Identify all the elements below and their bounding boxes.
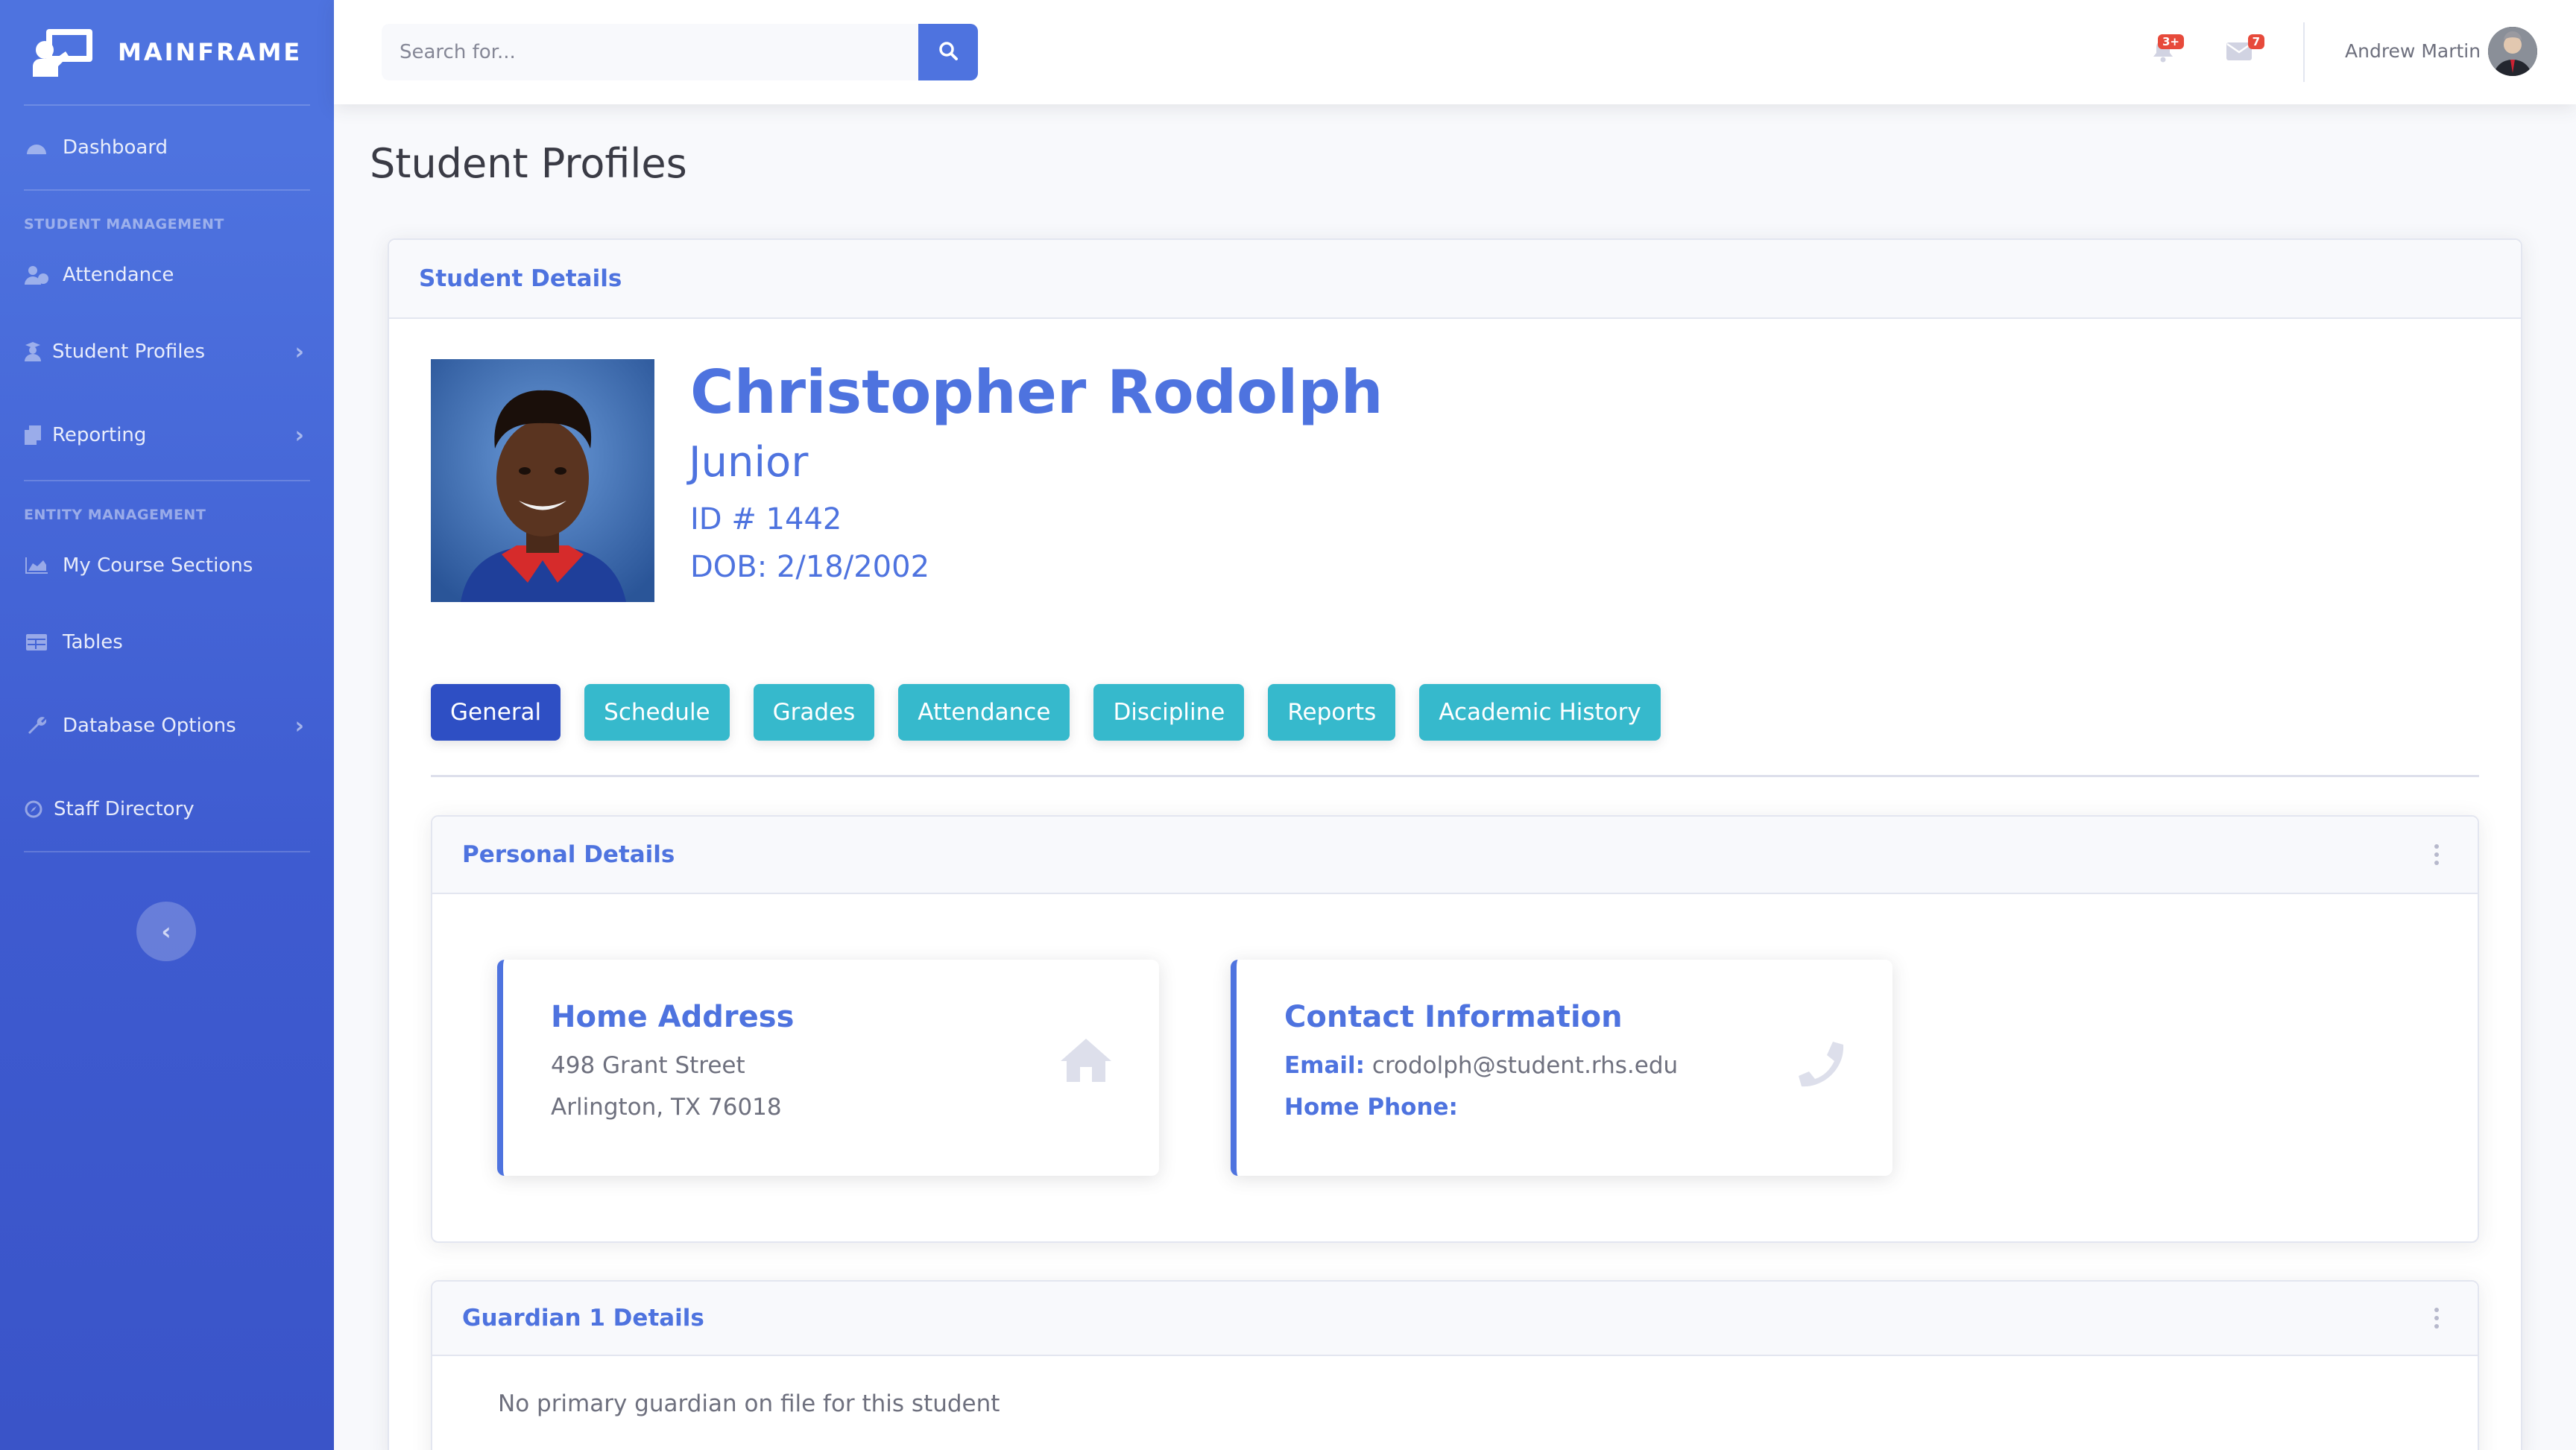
- search-form: [382, 24, 978, 80]
- sidebar-item-label: Tables: [63, 631, 123, 653]
- card-title: Guardian 1 Details: [462, 1305, 704, 1332]
- email-value: crodolph@student.rhs.edu: [1371, 1052, 1679, 1079]
- home-phone-label: Home Phone:: [1284, 1094, 1458, 1121]
- sidebar-item-label: Staff Directory: [54, 798, 195, 820]
- card-header: Personal Details: [432, 817, 2478, 894]
- tab-general[interactable]: General: [431, 684, 561, 741]
- chevron-right-icon: ›: [294, 712, 304, 739]
- home-address-title: Home Address: [551, 1000, 795, 1034]
- sidebar-item-database-options[interactable]: Database Options ›: [0, 684, 334, 767]
- wrench-icon: [24, 715, 49, 737]
- tab-reports[interactable]: Reports: [1268, 684, 1396, 741]
- chalkboard-teacher-icon: [33, 28, 94, 77]
- contact-information-card: Contact Information Email: crodolph@stud…: [1231, 960, 1892, 1176]
- tab-grades[interactable]: Grades: [753, 684, 875, 741]
- chevron-right-icon: ›: [294, 422, 304, 449]
- no-guardian-message: No primary guardian on file for this stu…: [498, 1390, 1000, 1417]
- sidebar-item-reporting[interactable]: Reporting ›: [0, 393, 334, 477]
- sidebar: MAINFRAME Dashboard STUDENT MANAGEMENT A…: [0, 0, 334, 1450]
- guardian-details-card: Guardian 1 Details: [431, 1280, 2479, 1450]
- messages-dropdown[interactable]: 7: [2217, 30, 2264, 75]
- sidebar-heading-student-management: STUDENT MANAGEMENT: [24, 216, 224, 232]
- dashboard-icon: [24, 136, 49, 159]
- sidebar-item-my-course-sections[interactable]: My Course Sections: [0, 531, 334, 601]
- brand-name: MAINFRAME: [118, 38, 303, 66]
- chevron-right-icon: ›: [294, 338, 304, 365]
- topbar: 3+ 7 Andrew Martin: [334, 0, 2576, 104]
- search-button[interactable]: [918, 24, 978, 80]
- sidebar-item-label: Reporting: [52, 424, 147, 446]
- student-photo: [431, 359, 654, 602]
- card-header: Student Details: [389, 240, 2521, 319]
- sidebar-toggle-button[interactable]: ‹: [136, 902, 196, 961]
- sidebar-item-dashboard[interactable]: Dashboard: [0, 106, 334, 189]
- user-avatar[interactable]: [2488, 27, 2537, 76]
- section-divider: [431, 775, 2479, 777]
- brand-link[interactable]: MAINFRAME: [0, 0, 334, 104]
- table-icon: [24, 631, 49, 653]
- sidebar-item-staff-directory[interactable]: Staff Directory: [0, 767, 334, 851]
- email-row: Email: crodolph@student.rhs.edu: [1284, 1052, 1678, 1079]
- tab-discipline[interactable]: Discipline: [1093, 684, 1245, 741]
- sidebar-item-label: Student Profiles: [52, 341, 206, 363]
- contact-information-title: Contact Information: [1284, 1000, 1623, 1034]
- card-title: Personal Details: [462, 841, 675, 868]
- email-label: Email:: [1284, 1052, 1366, 1079]
- ellipsis-vertical-icon[interactable]: [2434, 844, 2439, 865]
- copy-icon: [24, 424, 42, 446]
- tab-academic-history[interactable]: Academic History: [1419, 684, 1661, 741]
- tab-attendance[interactable]: Attendance: [898, 684, 1070, 741]
- chart-area-icon: [24, 554, 49, 577]
- chevron-left-icon: ‹: [161, 917, 171, 946]
- sidebar-item-student-profiles[interactable]: Student Profiles ›: [0, 310, 334, 393]
- sidebar-divider: [24, 851, 310, 852]
- page-title: Student Profiles: [370, 140, 687, 187]
- student-name: Christopher Rodolph: [690, 358, 1383, 427]
- sidebar-heading-entity-management: ENTITY MANAGEMENT: [24, 507, 206, 523]
- home-icon: [1059, 1037, 1113, 1086]
- user-graduate-icon: [24, 341, 42, 363]
- search-icon: [938, 41, 958, 63]
- user-name[interactable]: Andrew Martin: [2345, 40, 2481, 62]
- address-line-1: 498 Grant Street: [551, 1052, 745, 1079]
- tab-schedule[interactable]: Schedule: [584, 684, 730, 741]
- sidebar-item-tables[interactable]: Tables: [0, 601, 334, 684]
- student-grade: Junior: [689, 438, 809, 487]
- sidebar-item-attendance[interactable]: Attendance: [0, 240, 334, 310]
- sidebar-item-label: Attendance: [63, 264, 174, 286]
- search-input[interactable]: [382, 24, 918, 80]
- student-dob: DOB: 2/18/2002: [690, 550, 930, 584]
- ellipsis-vertical-icon[interactable]: [2434, 1308, 2439, 1329]
- home-address-card: Home Address 498 Grant Street Arlington,…: [497, 960, 1159, 1176]
- profile-tabs: General Schedule Grades Attendance Disci…: [431, 684, 1685, 741]
- topbar-divider: [2303, 22, 2305, 82]
- card-header: Guardian 1 Details: [432, 1282, 2478, 1356]
- home-phone-row: Home Phone:: [1284, 1094, 1458, 1121]
- compass-icon: [24, 798, 43, 820]
- messages-badge: 7: [2247, 34, 2264, 49]
- sidebar-item-label: My Course Sections: [63, 554, 253, 577]
- student-id: ID # 1442: [690, 502, 842, 536]
- alerts-badge: 3+: [2157, 34, 2184, 49]
- sidebar-item-label: Database Options: [63, 715, 236, 737]
- alerts-dropdown[interactable]: 3+: [2141, 30, 2185, 75]
- user-clock-icon: [24, 264, 49, 286]
- sidebar-item-label: Dashboard: [63, 136, 168, 159]
- phone-icon: [1799, 1040, 1846, 1091]
- address-line-2: Arlington, TX 76018: [551, 1094, 782, 1121]
